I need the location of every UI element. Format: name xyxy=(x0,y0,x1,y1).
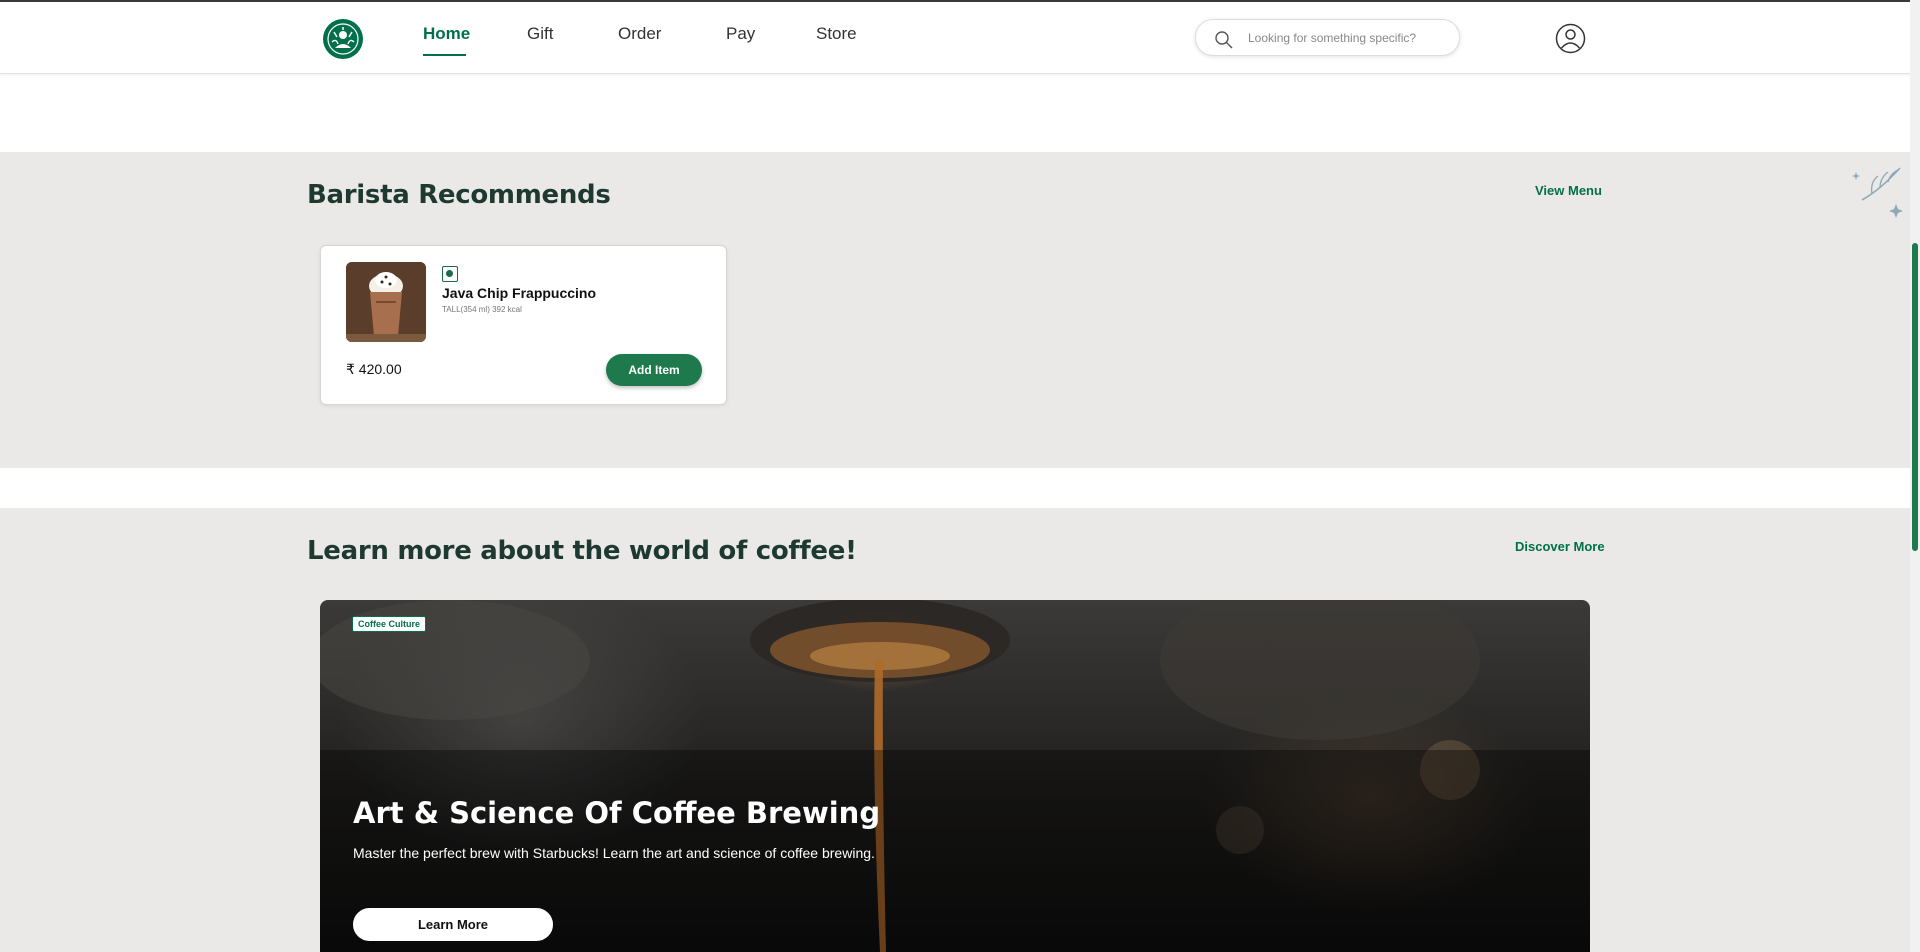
search-icon xyxy=(1215,31,1233,49)
search-bar[interactable] xyxy=(1195,19,1460,56)
hero-description: Master the perfect brew with Starbucks! … xyxy=(353,845,875,861)
top-navigation-bar: Home Gift Order Pay Store xyxy=(0,2,1910,74)
espresso-pour-image xyxy=(320,600,1590,952)
nav-store[interactable]: Store xyxy=(816,24,857,44)
product-image xyxy=(346,262,426,342)
leaf-sparkle-decoration-icon xyxy=(1852,167,1903,218)
nav-gift[interactable]: Gift xyxy=(527,24,553,44)
discover-more-link[interactable]: Discover More xyxy=(1515,539,1605,554)
nav-home[interactable]: Home xyxy=(423,24,470,44)
nav-pay[interactable]: Pay xyxy=(726,24,755,44)
nav-order[interactable]: Order xyxy=(618,24,661,44)
starbucks-logo-icon[interactable] xyxy=(322,18,364,60)
coffee-world-title: Learn more about the world of coffee! xyxy=(307,536,857,566)
nav-active-indicator xyxy=(423,54,466,56)
barista-recommends-title: Barista Recommends xyxy=(307,180,611,210)
barista-recommends-section xyxy=(0,152,1910,468)
hero-title: Art & Science Of Coffee Brewing xyxy=(353,796,881,830)
veg-indicator-icon xyxy=(442,266,458,282)
add-item-button[interactable]: Add Item xyxy=(606,354,702,386)
coffee-brewing-hero-card[interactable]: Coffee Culture Art & Science Of Coffee B… xyxy=(320,600,1590,952)
product-size-calories: TALL(354 ml) 392 kcal xyxy=(442,305,522,314)
page-scrollbar-thumb[interactable] xyxy=(1912,243,1918,551)
user-profile-icon[interactable] xyxy=(1555,23,1586,54)
coffee-culture-tag: Coffee Culture xyxy=(352,616,427,632)
product-price: ₹ 420.00 xyxy=(346,361,402,377)
view-menu-link[interactable]: View Menu xyxy=(1535,183,1602,198)
product-name: Java Chip Frappuccino xyxy=(442,285,597,301)
search-input[interactable] xyxy=(1248,27,1448,49)
product-card[interactable]: Java Chip Frappuccino TALL(354 ml) 392 k… xyxy=(320,245,727,405)
learn-more-button[interactable]: Learn More xyxy=(353,908,553,941)
